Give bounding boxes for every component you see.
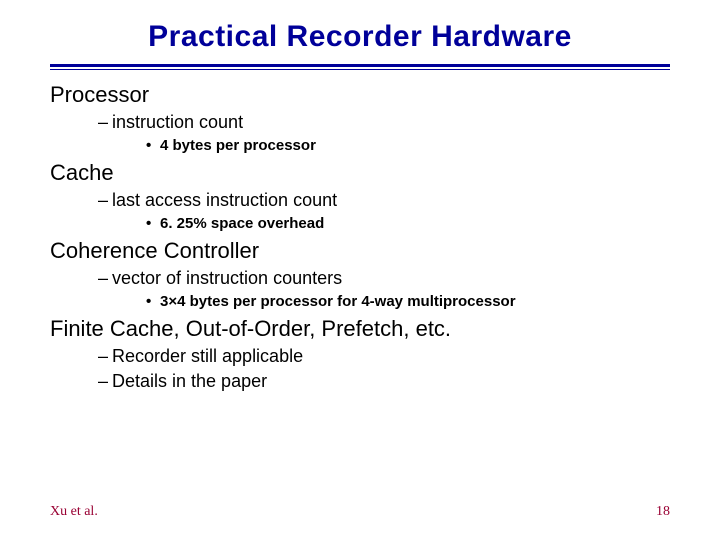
dash-bullet-icon: – [98,112,112,133]
dash-bullet-icon: – [98,371,112,392]
dash-bullet-icon: – [98,190,112,211]
section-heading-cache: Cache [50,160,670,186]
slide-footer: Xu et al. 18 [50,504,670,520]
list-item: –Details in the paper [98,371,670,392]
list-item-label: Details in the paper [112,371,267,391]
list-item: –last access instruction count [98,190,670,211]
list-item-label: 3×4 bytes per processor for 4-way multip… [160,293,516,310]
list-item-label: Recorder still applicable [112,346,303,366]
list-item-label: 6. 25% space overhead [160,215,324,232]
list-item: –Recorder still applicable [98,346,670,367]
title-underline [50,64,670,70]
section-heading-processor: Processor [50,82,670,108]
list-item: •4 bytes per processor [146,137,670,154]
section-heading-coherence: Coherence Controller [50,238,670,264]
slide-content: Processor –instruction count •4 bytes pe… [50,82,670,392]
slide-title: Practical Recorder Hardware [50,20,670,54]
dash-bullet-icon: – [98,268,112,289]
list-item-label: instruction count [112,112,243,132]
list-item-label: 4 bytes per processor [160,137,316,154]
list-item-label: last access instruction count [112,190,337,210]
list-item: –vector of instruction counters [98,268,670,289]
list-item-label: vector of instruction counters [112,268,342,288]
dot-bullet-icon: • [146,137,160,154]
dot-bullet-icon: • [146,293,160,310]
slide: Practical Recorder Hardware Processor –i… [0,0,720,540]
footer-author: Xu et al. [50,504,98,520]
section-heading-finite: Finite Cache, Out-of-Order, Prefetch, et… [50,316,670,342]
list-item: •6. 25% space overhead [146,215,670,232]
list-item: –instruction count [98,112,670,133]
dash-bullet-icon: – [98,346,112,367]
list-item: •3×4 bytes per processor for 4-way multi… [146,293,670,310]
dot-bullet-icon: • [146,215,160,232]
footer-page-number: 18 [656,504,670,520]
